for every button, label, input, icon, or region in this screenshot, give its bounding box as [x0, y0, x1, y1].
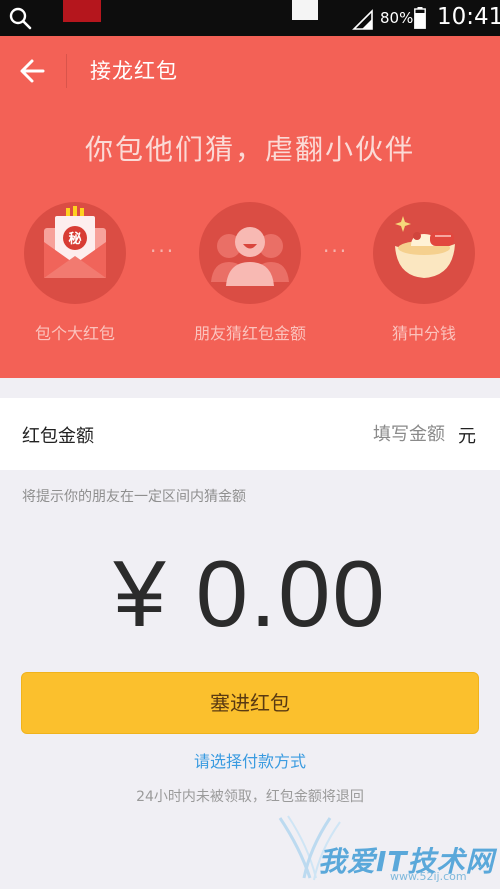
step-circle-pack: 秘	[24, 202, 126, 304]
guess-hint: 将提示你的朋友在一定区间内猜金额	[22, 489, 246, 505]
battery-icon	[414, 7, 426, 29]
put-in-envelope-button[interactable]: 塞进红包	[21, 672, 479, 734]
page-title: 接龙红包	[90, 59, 178, 83]
amount-row: 红包金额 元	[0, 398, 500, 470]
select-payment-link[interactable]: 请选择付款方式	[0, 748, 500, 772]
clock-time: 10:41	[437, 4, 500, 30]
search-icon	[9, 7, 32, 30]
step-label-win: 猜中分钱	[391, 324, 456, 343]
red-envelope-secret-icon: 秘	[44, 206, 106, 278]
signal-icon	[352, 9, 373, 30]
step-circle-win	[373, 202, 475, 304]
step-separator-2: ···	[323, 239, 349, 263]
step-label-pack: 包个大红包	[34, 324, 115, 343]
refund-notice: 24小时内未被领取，红包金额将退回	[136, 789, 364, 805]
notification-block	[63, 0, 101, 22]
battery-percent: 80%	[380, 9, 414, 27]
arrow-left-icon[interactable]	[18, 56, 48, 86]
gold-ingot-icon	[395, 216, 455, 278]
nav-divider	[66, 54, 67, 88]
amount-label: 红包金额	[22, 426, 94, 447]
secret-badge: 秘	[68, 231, 81, 247]
watermark-url: www.52ij.com	[390, 870, 467, 883]
step-circle-guess	[199, 202, 301, 304]
status-bar: 80% 10:41	[0, 0, 500, 36]
total-amount: ¥ 0.00	[113, 541, 387, 646]
banner-slogan: 你包他们猜，虐翻小伙伴	[84, 133, 415, 166]
step-label-guess: 朋友猜红包金额	[193, 324, 306, 343]
notification-block-light	[292, 0, 318, 20]
red-header: 接龙红包 你包他们猜，虐翻小伙伴 秘 ··· ··· 包个大红包 朋友猜红包金额…	[0, 36, 500, 378]
step-separator-1: ···	[150, 239, 176, 263]
friends-guess-icon	[211, 227, 289, 286]
amount-input[interactable]	[300, 420, 445, 448]
amount-unit: 元	[458, 426, 476, 447]
